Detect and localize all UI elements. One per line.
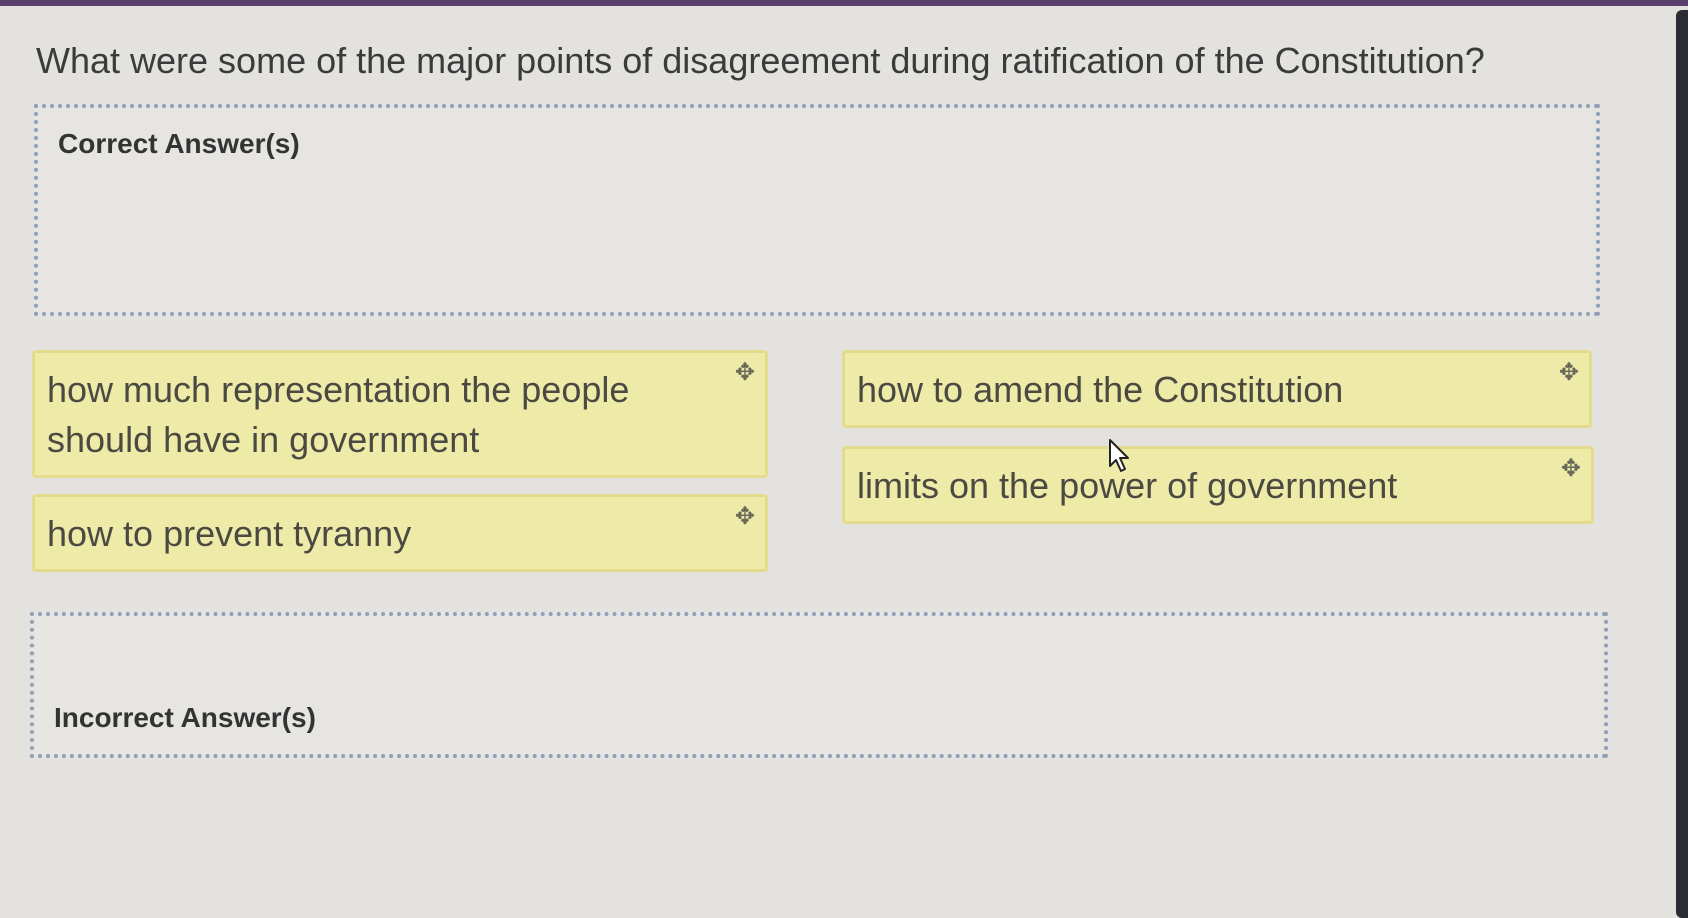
cursor-icon (1109, 439, 1129, 472)
correct-answers-label: Correct Answer(s) (58, 128, 300, 159)
answer-card-text: how much representation the people shoul… (47, 369, 630, 460)
move-icon[interactable]: ✥ (1559, 361, 1579, 385)
answer-card-text: how to amend the Constitution (857, 369, 1344, 410)
question-text: What were some of the major points of di… (36, 40, 1485, 81)
screen-edge (1676, 10, 1688, 918)
answer-card-tyranny[interactable]: how to prevent tyranny ✥ (32, 494, 768, 572)
move-icon[interactable]: ✥ (735, 361, 755, 385)
answer-card-limits[interactable]: limits on the power of government ✥ (842, 446, 1594, 524)
move-icon[interactable]: ✥ (1561, 457, 1581, 481)
incorrect-answers-dropzone[interactable]: Incorrect Answer(s) (30, 612, 1608, 758)
answer-card-text: how to prevent tyranny (47, 513, 412, 554)
move-icon[interactable]: ✥ (735, 505, 755, 529)
incorrect-answers-label: Incorrect Answer(s) (54, 702, 316, 733)
answer-card-representation[interactable]: how much representation the people shoul… (32, 350, 768, 478)
correct-answers-dropzone[interactable]: Correct Answer(s) (34, 104, 1600, 316)
top-bar (0, 0, 1688, 6)
answer-card-amend[interactable]: how to amend the Constitution ✥ (842, 350, 1592, 428)
